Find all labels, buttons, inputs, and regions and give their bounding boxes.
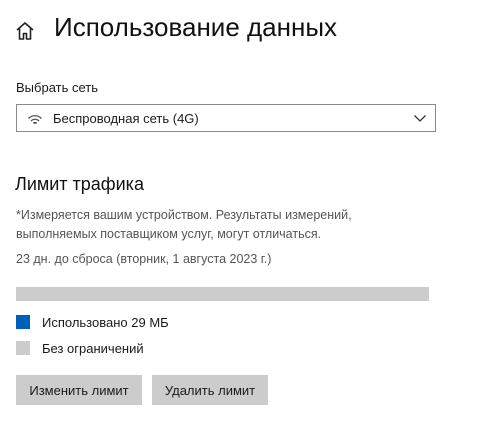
data-limit-heading: Лимит трафика — [15, 174, 144, 194]
change-limit-button[interactable]: Изменить лимит — [16, 375, 142, 405]
usage-bar — [16, 287, 429, 301]
legend-limit-label: Без ограничений — [42, 340, 144, 356]
used-swatch — [16, 315, 30, 329]
measurement-note: *Измеряется вашим устройством. Результат… — [16, 208, 352, 241]
network-select-label: Выбрать сеть — [16, 80, 98, 95]
legend-limit: Без ограничений — [16, 340, 144, 356]
network-select[interactable]: Беспроводная сеть (4G) — [16, 104, 436, 132]
wifi-signal-icon — [28, 115, 42, 124]
limit-swatch — [16, 341, 30, 355]
delete-limit-button[interactable]: Удалить лимит — [152, 375, 268, 405]
legend-used-label: Использовано 29 МБ — [42, 314, 169, 330]
chevron-down-icon — [414, 115, 426, 122]
page-title: Использование данных — [54, 12, 338, 42]
network-select-value: Беспроводная сеть (4G) — [53, 111, 199, 126]
header: Использование данных — [0, 0, 480, 60]
reset-info: 23 дн. до сброса (вторник, 1 августа 202… — [16, 252, 272, 266]
home-icon[interactable] — [14, 20, 36, 42]
legend-used: Использовано 29 МБ — [16, 314, 169, 330]
